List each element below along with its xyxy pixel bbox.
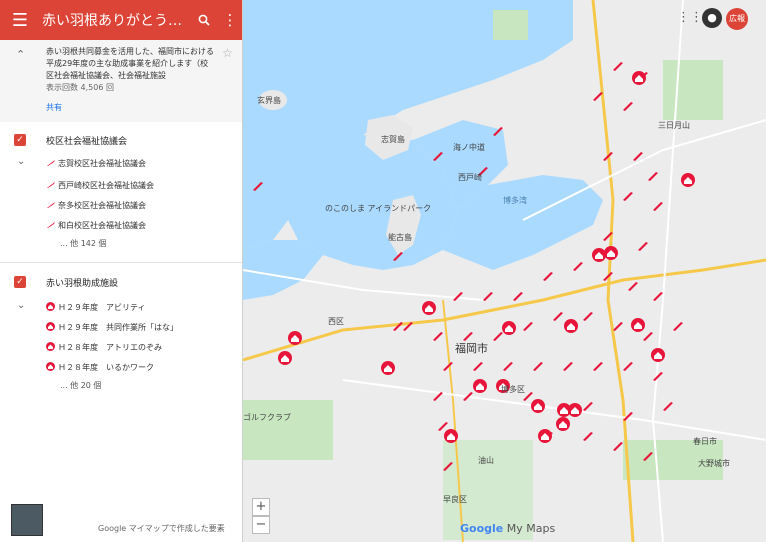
map-label: 三日月山 <box>658 121 690 130</box>
layer-shakyo: ✓ 校区社会福祉協議会 ⌄ 志賀校区社会福祉協議会 西戸崎校区社会福祉協議会 奈… <box>0 126 242 256</box>
layer-checkbox[interactable]: ✓ <box>14 276 26 288</box>
more-items-link[interactable]: ... 他 142 個 <box>60 238 107 249</box>
star-icon[interactable]: ☆ <box>222 46 233 60</box>
map-description: ⌃ 赤い羽根共同募金を活用した、福岡市における平成29年度の主な助成事業を紹介し… <box>0 40 242 122</box>
feather-icon <box>46 159 56 169</box>
layer-facilities: ✓ 赤い羽根助成施設 ⌄ Ｈ２９年度 アビリティ Ｈ２９年度 共同作業所「はな」… <box>0 268 242 398</box>
map-label: のこのしま アイランドパーク <box>325 204 432 213</box>
avatar[interactable]: ● <box>702 8 722 28</box>
map-label: 西戸崎 <box>458 173 482 182</box>
view-count: 表示回数 4,506 回 <box>46 83 114 92</box>
feather-icon <box>46 201 56 211</box>
map-canvas[interactable]: 玄界島 志賀島 海ノ中道 西戸崎 のこのしま アイランドパーク 能古島 博多湾 … <box>243 0 766 542</box>
share-link[interactable]: 共有 <box>46 102 62 113</box>
more-options-icon[interactable]: ⋮ <box>217 0 242 40</box>
panel-footer: Google マイマップで作成した要素 <box>0 500 242 542</box>
menu-icon[interactable]: ☰ <box>0 0 40 40</box>
description-text: 赤い羽根共同募金を活用した、福岡市における平成29年度の主な助成事業を紹介します… <box>46 47 214 80</box>
map-thumbnail[interactable] <box>11 504 43 536</box>
list-item[interactable]: Ｈ２８年度 いるかワーク <box>46 362 154 373</box>
map-label: 博多区 <box>501 385 525 394</box>
map-label: 福岡市 <box>455 342 488 355</box>
map-title: 赤い羽根ありがとうマ… <box>42 13 191 29</box>
list-item[interactable]: 西戸崎校区社会福祉協議会 <box>46 180 154 191</box>
list-item[interactable]: Ｈ２９年度 共同作業所「はな」 <box>46 322 178 333</box>
list-item[interactable]: 和白校区社会福祉協議会 <box>46 220 146 231</box>
mymaps-credit: Google マイマップで作成した要素 <box>98 524 225 533</box>
more-items-link[interactable]: ... 他 20 個 <box>60 380 101 391</box>
legend-panel: ☰ 赤い羽根ありがとうマ… ⋮ ⌃ 赤い羽根共同募金を活用した、福岡市における平… <box>0 0 243 542</box>
ad-badge[interactable]: 広報 <box>726 8 748 30</box>
google-mymaps-logo: Google My Maps <box>460 522 556 535</box>
app-window: ☰ 赤い羽根ありがとうマ… ⋮ ⌃ 赤い羽根共同募金を活用した、福岡市における平… <box>0 0 766 542</box>
map-label: 油山 <box>478 456 494 465</box>
map-graphic <box>243 0 766 542</box>
chevron-down-icon[interactable]: ⌄ <box>17 300 25 311</box>
layer-name: 校区社会福祉協議会 <box>46 137 128 147</box>
layer-checkbox[interactable]: ✓ <box>14 134 26 146</box>
map-label: 玄界島 <box>257 96 281 105</box>
search-icon[interactable] <box>191 0 217 40</box>
map-label: 海ノ中道 <box>453 143 485 152</box>
house-marker-icon <box>46 362 56 373</box>
map-label: 能古島 <box>388 233 412 242</box>
collapse-chevron-icon[interactable]: ⌃ <box>16 48 25 61</box>
feather-icon <box>46 181 56 191</box>
map-label: 春日市 <box>693 437 717 446</box>
map-label: 西区 <box>328 317 344 326</box>
zoom-out-button[interactable]: − <box>252 516 270 534</box>
map-label: 大野城市 <box>698 459 730 468</box>
house-marker-icon <box>46 302 56 313</box>
map-label: 博多湾 <box>503 196 527 205</box>
list-item[interactable]: Ｈ２９年度 アビリティ <box>46 302 146 313</box>
list-item[interactable]: Ｈ２８年度 アトリエのぞみ <box>46 342 162 353</box>
layer-name: 赤い羽根助成施設 <box>46 279 119 289</box>
map-label: 志賀島 <box>381 135 405 144</box>
apps-grid-icon[interactable]: ⋮⋮ <box>677 10 703 25</box>
house-marker-icon <box>46 342 56 353</box>
layer-divider <box>0 262 242 263</box>
map-label: ゴルフクラブ <box>243 413 291 422</box>
zoom-in-button[interactable]: + <box>252 498 270 516</box>
house-marker-icon <box>46 322 56 333</box>
map-label: 早良区 <box>443 495 467 504</box>
panel-header: ☰ 赤い羽根ありがとうマ… ⋮ <box>0 0 242 40</box>
list-item[interactable]: 志賀校区社会福祉協議会 <box>46 158 146 169</box>
feather-icon <box>46 221 56 231</box>
list-item[interactable]: 奈多校区社会福祉協議会 <box>46 200 146 211</box>
chevron-down-icon[interactable]: ⌄ <box>17 156 25 167</box>
